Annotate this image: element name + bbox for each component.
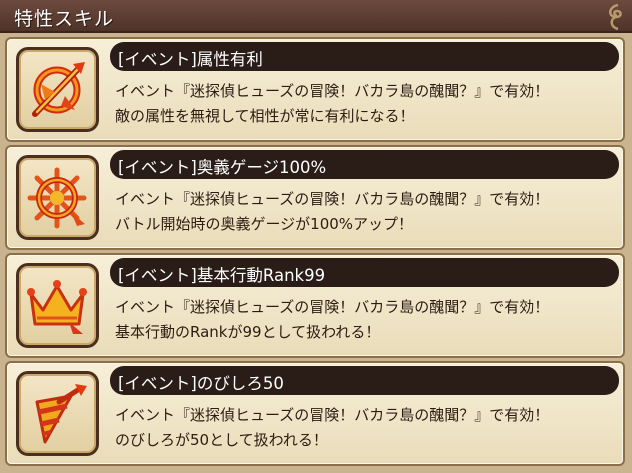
skill-title-bar: [イベント]属性有利: [110, 42, 619, 71]
skill-icon-frame: [16, 371, 99, 456]
skill-description: イベント『迷探偵ヒューズの冒険！バカラ島の醜聞？』で有効！ 敵の属性を無視して相…: [115, 79, 620, 129]
crown-icon: [27, 280, 87, 334]
skill-icon-frame: [16, 47, 99, 132]
skill-card[interactable]: [イベント]のびしろ50 イベント『迷探偵ヒューズの冒険！バカラ島の醜聞？』で有…: [5, 361, 625, 466]
skill-card[interactable]: [イベント]基本行動Rank99 イベント『迷探偵ヒューズの冒険！バカラ島の醜聞…: [5, 253, 625, 358]
skill-title-bar: [イベント]基本行動Rank99: [110, 258, 619, 287]
skill-description-line: イベント『迷探偵ヒューズの冒険！バカラ島の醜聞？』で有効！: [115, 190, 550, 208]
skill-description-line: イベント『迷探偵ヒューズの冒険！バカラ島の醜聞？』で有効！: [115, 406, 550, 424]
section-header: 特性スキル: [0, 0, 632, 33]
skill-icon-frame: [16, 155, 99, 240]
ougi-gauge-icon: [27, 167, 87, 229]
skill-description: イベント『迷探偵ヒューズの冒険！バカラ島の醜聞？』で有効！ のびしろが50として…: [115, 403, 620, 453]
skill-title-bar: [イベント]のびしろ50: [110, 366, 619, 395]
skill-description: イベント『迷探偵ヒューズの冒険！バカラ島の醜聞？』で有効！ 基本行動のRankが…: [115, 295, 620, 345]
skill-icon-frame: [16, 263, 99, 348]
skill-description-line: のびしろが50として扱われる！: [115, 431, 328, 449]
skill-description-line: 基本行動のRankが99として扱われる！: [115, 323, 381, 341]
skill-title: [イベント]のびしろ50: [118, 374, 284, 393]
swirl-ornament-icon: [609, 3, 622, 31]
skill-description: イベント『迷探偵ヒューズの冒険！バカラ島の醜聞？』で有効！ バトル開始時の奥義ゲ…: [115, 187, 620, 237]
skill-title: [イベント]基本行動Rank99: [118, 266, 326, 285]
skill-title: [イベント]属性有利: [118, 50, 263, 69]
attribute-advantage-icon: [32, 62, 85, 117]
skill-description-line: バトル開始時の奥義ゲージが100%アップ！: [115, 215, 414, 233]
skill-description-line: 敵の属性を無視して相性が常に有利になる！: [115, 107, 415, 125]
skill-title: [イベント]奥義ゲージ100%: [118, 158, 327, 177]
section-title: 特性スキル: [14, 8, 115, 30]
skill-card[interactable]: [イベント]奥義ゲージ100% イベント『迷探偵ヒューズの冒険！バカラ島の醜聞？…: [5, 145, 625, 250]
drill-icon: [35, 384, 87, 444]
skill-title-bar: [イベント]奥義ゲージ100%: [110, 150, 619, 179]
skill-description-line: イベント『迷探偵ヒューズの冒険！バカラ島の醜聞？』で有効！: [115, 82, 550, 100]
skill-description-line: イベント『迷探偵ヒューズの冒険！バカラ島の醜聞？』で有効！: [115, 298, 550, 316]
skill-card[interactable]: [イベント]属性有利 イベント『迷探偵ヒューズの冒険！バカラ島の醜聞？』で有効！…: [5, 37, 625, 142]
